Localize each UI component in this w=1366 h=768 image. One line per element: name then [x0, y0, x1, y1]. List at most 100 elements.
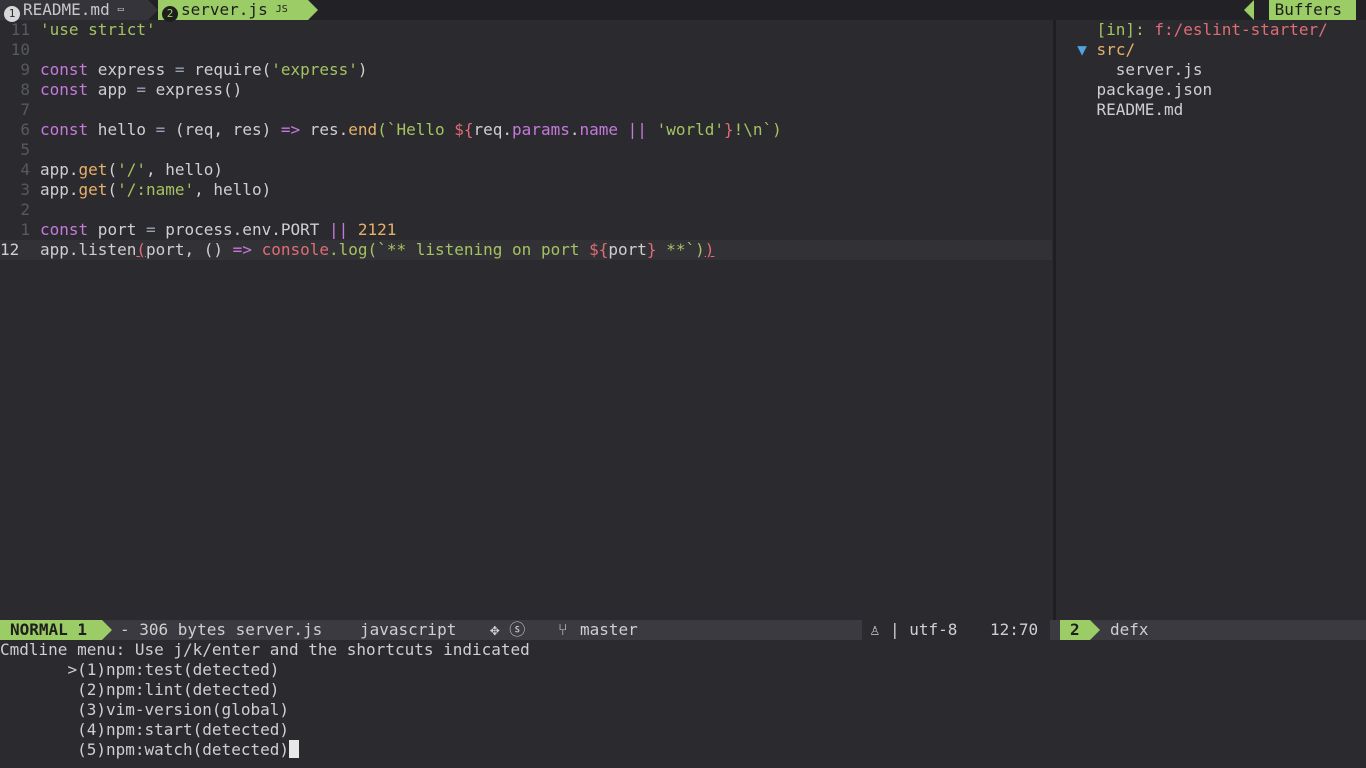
- menu-item-label: (3)vim-version(global): [77, 700, 289, 719]
- code-template-brace: ${: [454, 120, 474, 139]
- code-template-brace: ${: [589, 240, 609, 259]
- menu-item-label: (4)npm:start(detected): [77, 720, 289, 739]
- code-template: (`Hello: [377, 120, 455, 139]
- command-line[interactable]: Cmdline menu: Use j/k/enter and the shor…: [0, 640, 1366, 768]
- line-number: 4: [20, 160, 30, 179]
- git-branch: master: [580, 620, 638, 639]
- line-number: 11: [10, 20, 30, 39]
- code-operator: ||: [627, 120, 647, 139]
- code-line: 3 app.get('/:name', hello): [0, 180, 1052, 200]
- line-number-current: 12: [0, 240, 20, 259]
- code-text: port, (): [145, 240, 233, 259]
- tree-root-path: f:/eslint-starter/: [1144, 20, 1328, 39]
- code-property: name: [579, 120, 619, 139]
- tree-folder[interactable]: ▼ src/: [1058, 40, 1366, 60]
- menu-item[interactable]: (3)vim-version(global): [0, 700, 1366, 720]
- code-string: '/': [117, 160, 146, 179]
- menu-selector: >: [67, 660, 78, 679]
- menu-item[interactable]: (4)npm:start(detected): [0, 720, 1366, 740]
- matching-paren: ): [704, 240, 715, 259]
- panel-name: defx: [1110, 620, 1149, 639]
- code-line-current: 12 app.listen(port, () => console.log(`**…: [0, 240, 1052, 260]
- file-info: - 306 bytes server.js: [120, 620, 323, 639]
- code-text: process.env.PORT: [155, 220, 329, 239]
- code-operator: =: [145, 220, 156, 239]
- code-text: port: [88, 220, 146, 239]
- code-arrow: =>: [280, 120, 301, 139]
- code-text: (: [107, 160, 118, 179]
- code-text: req.: [473, 120, 513, 139]
- code-line: 10: [0, 40, 1052, 60]
- encoding: | utf-8: [890, 620, 958, 639]
- code-template: **`): [656, 240, 705, 259]
- code-function: get: [78, 160, 108, 179]
- code-text: require(: [184, 60, 272, 79]
- code-text: hello: [88, 120, 156, 139]
- code-keyword: const: [40, 80, 89, 99]
- code-line: 5: [0, 140, 1052, 160]
- tree-file[interactable]: server.js: [1058, 60, 1366, 80]
- buffers-button[interactable]: Buffers: [1268, 0, 1356, 20]
- code-string: 'express': [271, 60, 358, 79]
- menu-item[interactable]: (2)npm:lint(detected): [0, 680, 1366, 700]
- code-line: 8 const app = express(): [0, 80, 1052, 100]
- code-template: .log(`** listening on port: [329, 240, 590, 259]
- tree-file[interactable]: README.md: [1058, 100, 1366, 120]
- tree-file-name: README.md: [1096, 100, 1184, 119]
- code-number: 2121: [357, 220, 397, 239]
- menu-item[interactable]: >(1)npm:test(detected): [0, 660, 1366, 680]
- menu-item-label: (2)npm:lint(detected): [77, 680, 280, 699]
- code-text: , hello): [194, 180, 272, 199]
- code-function: end: [348, 120, 378, 139]
- matching-paren: (: [136, 240, 146, 259]
- code-text: ): [357, 60, 368, 79]
- code-text: port: [608, 240, 647, 259]
- code-editor[interactable]: 11 'use strict' 10 9 const express = requi…: [0, 20, 1052, 620]
- window-separator[interactable]: [1053, 20, 1056, 620]
- code-builtin: console: [261, 240, 330, 259]
- code-keyword: const: [40, 60, 89, 79]
- line-number: 10: [10, 40, 30, 59]
- code-keyword: const: [40, 220, 89, 239]
- code-operator: =: [155, 120, 166, 139]
- code-text: app.listen: [40, 240, 137, 259]
- menu-item[interactable]: (5)npm:watch(detected): [0, 740, 1366, 760]
- code-text: res.: [300, 120, 349, 139]
- line-number: 2: [20, 200, 30, 219]
- menu-item-label: (1)npm:test(detected): [77, 660, 280, 679]
- code-line: 9 const express = require('express'): [0, 60, 1052, 80]
- tree-file-name: package.json: [1096, 80, 1213, 99]
- code-operator: =: [174, 60, 185, 79]
- line-number: 8: [20, 80, 30, 99]
- file-tree-panel[interactable]: [in]: f:/eslint-starter/ ▼ src/ server.j…: [1058, 20, 1366, 620]
- tab-readme[interactable]: 1 README.md ▭: [0, 0, 148, 22]
- tree-root[interactable]: [in]: f:/eslint-starter/: [1058, 20, 1366, 40]
- code-text: (req, res): [165, 120, 281, 139]
- code-text: app.: [40, 160, 79, 179]
- code-operator: ||: [329, 220, 349, 239]
- tree-file[interactable]: package.json: [1058, 80, 1366, 100]
- line-number: 5: [20, 140, 30, 159]
- expand-arrow-icon[interactable]: ▼: [1077, 40, 1087, 59]
- code-line: 1 const port = process.env.PORT || 2121: [0, 220, 1052, 240]
- tree-folder-name: src/: [1096, 40, 1136, 59]
- markdown-file-icon: ▭: [117, 4, 124, 15]
- filetype: javascript: [360, 620, 457, 639]
- code-text: express(): [145, 80, 243, 99]
- panel-number: 2: [1060, 620, 1090, 640]
- tab-label: server.js: [181, 0, 268, 19]
- line-number: 7: [20, 100, 30, 119]
- text-cursor: [288, 740, 299, 758]
- tree-in-label: [in]:: [1096, 20, 1145, 39]
- code-template-brace: }: [724, 120, 734, 139]
- tab-server-js[interactable]: 2 server.js JS: [158, 0, 308, 22]
- linter-status-icon: ✥ ⓢ: [490, 620, 526, 639]
- code-operator: =: [136, 80, 146, 99]
- line-number: 6: [20, 120, 30, 139]
- code-string: '/:name': [117, 180, 195, 199]
- code-line: 7: [0, 100, 1052, 120]
- code-template-brace: }: [646, 240, 657, 259]
- javascript-file-icon: JS: [275, 4, 288, 15]
